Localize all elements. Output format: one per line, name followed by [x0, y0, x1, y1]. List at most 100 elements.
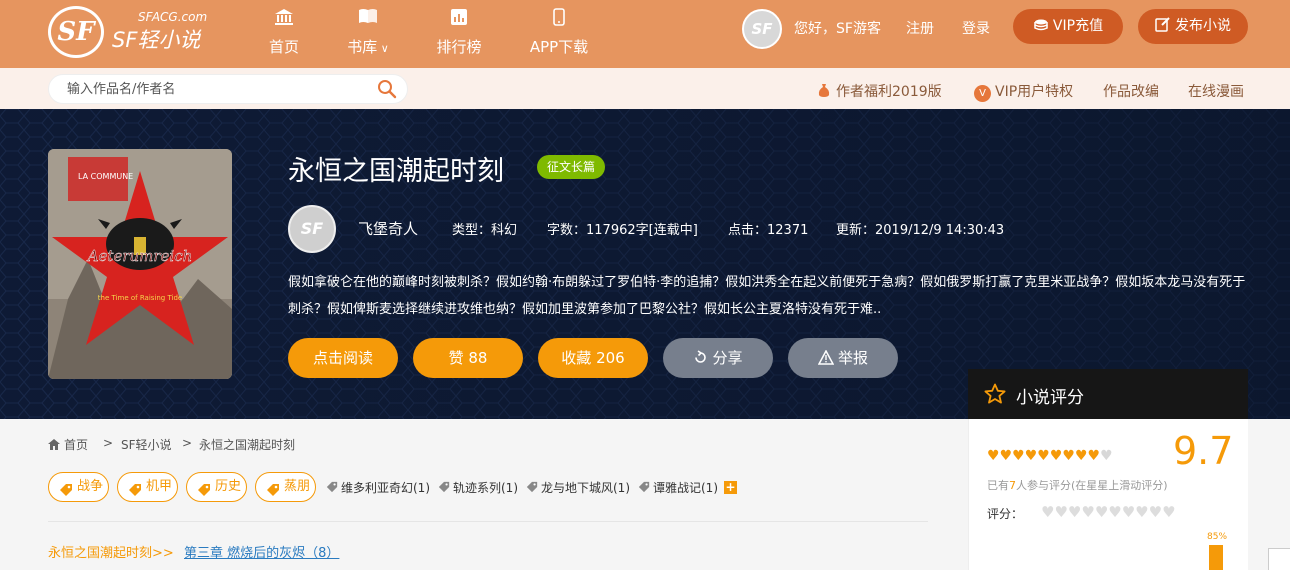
greeting-text: 您好，SF游客 [794, 21, 881, 37]
author-welfare-link[interactable]: 作者福利2019版 [818, 81, 942, 102]
vip-privilege-link[interactable]: V VIP用户特权 [974, 81, 1073, 102]
chevron-down-icon: ∨ [377, 42, 389, 55]
tag-history[interactable]: 历史 [186, 472, 247, 502]
tag-icon [197, 480, 211, 496]
tag-label: 谭雅战记(1) [653, 481, 718, 495]
click-count: 点击：12371 [728, 223, 809, 238]
heart-icon: ♥ [1049, 448, 1063, 464]
tag-label: 蒸朋 [284, 479, 311, 494]
rate-heart-icon[interactable]: ♥ [1041, 503, 1054, 521]
heart-icon: ♥ [1062, 448, 1075, 464]
adaptation-link[interactable]: 作品改编 [1103, 81, 1159, 101]
tag-icon [128, 480, 142, 496]
tag-trails-series[interactable]: 轨迹系列(1) [438, 479, 518, 496]
book-icon [344, 8, 392, 26]
nav-library[interactable]: 书库 ∨ [344, 0, 392, 68]
edit-icon [1155, 11, 1171, 46]
logo-name: SF轻小说 [112, 28, 201, 52]
rating-count: 已有7人参与评分(在星星上滑动评分) [987, 479, 1168, 492]
search-icon[interactable] [377, 79, 397, 99]
tag-label: 维多利亚奇幻(1) [341, 481, 430, 495]
rating-score: 9.7 [1173, 429, 1234, 473]
bank-icon [266, 8, 302, 26]
tag-icon [638, 481, 650, 493]
rate-heart-icon[interactable]: ♥ [1068, 503, 1081, 521]
bar-chart-icon [434, 8, 484, 26]
report-button[interactable]: 举报 [788, 338, 898, 378]
breadcrumb-sep: > [182, 436, 193, 450]
vip-privilege-label: VIP用户特权 [995, 84, 1074, 100]
tag-icon [526, 481, 538, 493]
rate-heart-icon[interactable]: ♥ [1081, 503, 1094, 521]
breadcrumb-home-label: 首页 [64, 438, 89, 452]
read-button[interactable]: 点击阅读 [288, 338, 398, 378]
book-title: 永恒之国潮起时刻 [288, 156, 504, 187]
nav-home[interactable]: 首页 [266, 0, 302, 68]
book-cover[interactable]: LA COMMUNE Aeterumreich the Time of Rais… [48, 149, 232, 379]
rating-header: 小说评分 [968, 369, 1248, 419]
vip-icon: V [974, 85, 991, 102]
publish-novel-button[interactable]: 发布小说 [1138, 9, 1248, 44]
share-icon [693, 340, 708, 380]
tag-steampunk[interactable]: 蒸朋 [255, 472, 316, 502]
breadcrumb-home[interactable]: 首页 [48, 436, 88, 453]
login-link[interactable]: 登录 [962, 18, 990, 38]
vip-recharge-button[interactable]: VIP充值 [1013, 9, 1123, 44]
latest-chapter-link[interactable]: 第三章 燃烧后的灰烬（8） [184, 542, 339, 561]
rate-heart-icon[interactable]: ♥ [1095, 503, 1108, 521]
rate-label: 评分： [987, 507, 1024, 521]
nav-app-download[interactable]: APP下载 [526, 0, 592, 68]
site-logo[interactable]: SF SFACG.com SF轻小说 [48, 6, 223, 58]
add-tag-button[interactable]: + [724, 481, 737, 494]
tag-mecha[interactable]: 机甲 [117, 472, 178, 502]
rating-bar [1209, 545, 1223, 570]
rate-heart-icon[interactable]: ♥ [1149, 503, 1162, 521]
tag-label: 历史 [215, 479, 242, 494]
heart-icon: ♥ [1012, 448, 1025, 464]
heart-icon: ♥ [1074, 448, 1088, 464]
rate-input-hearts[interactable]: ♥♥♥♥♥♥♥♥♥♥ [1041, 503, 1176, 521]
tag-label: 轨迹系列(1) [453, 481, 518, 495]
rate-heart-icon[interactable]: ♥ [1135, 503, 1148, 521]
rate-heart-icon[interactable]: ♥ [1162, 503, 1175, 521]
corner-widget[interactable] [1268, 548, 1290, 570]
search-input[interactable] [67, 75, 367, 103]
tag-dnd-style[interactable]: 龙与地下城风(1) [526, 479, 630, 496]
chapter-book-link[interactable]: 永恒之国潮起时刻>> [48, 542, 174, 561]
rating-voter-count: 7 [1009, 479, 1016, 492]
book-type: 类型：科幻 [452, 223, 518, 238]
online-comics-link[interactable]: 在线漫画 [1188, 81, 1244, 101]
nav-ranking[interactable]: 排行榜 [434, 0, 484, 68]
tag-tanya-chronicles[interactable]: 谭雅战记(1) [638, 479, 718, 496]
search-box [48, 74, 408, 104]
rating-hearts: ♥♥♥♥♥♥♥♥♥♥ [987, 448, 1113, 464]
heart-icon: ♥ [987, 448, 1000, 464]
like-button[interactable]: 赞 88 [413, 338, 523, 378]
rating-panel: ♥♥♥♥♥♥♥♥♥♥ 9.7 已有7人参与评分(在星星上滑动评分) 评分： ♥♥… [968, 419, 1248, 570]
rate-heart-icon[interactable]: ♥ [1108, 503, 1121, 521]
rating-bar-percent: 85% [1207, 532, 1228, 542]
cover-title: Aeterumreich [86, 247, 193, 265]
nav-library-label: 书库 ∨ [347, 38, 389, 56]
phone-icon [526, 8, 592, 26]
share-button[interactable]: 分享 [663, 338, 773, 378]
author-avatar[interactable]: SF [288, 205, 336, 253]
tag-victorian-fantasy[interactable]: 维多利亚奇幻(1) [326, 479, 430, 496]
tag-icon [266, 480, 280, 496]
author-name[interactable]: 飞堡奇人 [358, 218, 418, 239]
user-avatar[interactable]: SF [742, 9, 782, 49]
star-icon [984, 383, 1006, 405]
register-link[interactable]: 注册 [906, 18, 934, 38]
collect-button[interactable]: 收藏 206 [538, 338, 648, 378]
heart-icon: ♥ [1037, 448, 1050, 464]
tag-war[interactable]: 战争 [48, 472, 109, 502]
heart-icon: ♥ [999, 448, 1013, 464]
nav-ranking-label: 排行榜 [436, 38, 482, 56]
rate-heart-icon[interactable]: ♥ [1122, 503, 1135, 521]
rate-heart-icon[interactable]: ♥ [1054, 503, 1067, 521]
heart-icon: ♥ [1024, 448, 1038, 464]
breadcrumb-category[interactable]: SF轻小说 [121, 436, 172, 453]
nav-app-download-label: APP下载 [529, 38, 589, 56]
vip-recharge-label: VIP充值 [1052, 18, 1104, 34]
publish-novel-label: 发布小说 [1175, 18, 1231, 34]
